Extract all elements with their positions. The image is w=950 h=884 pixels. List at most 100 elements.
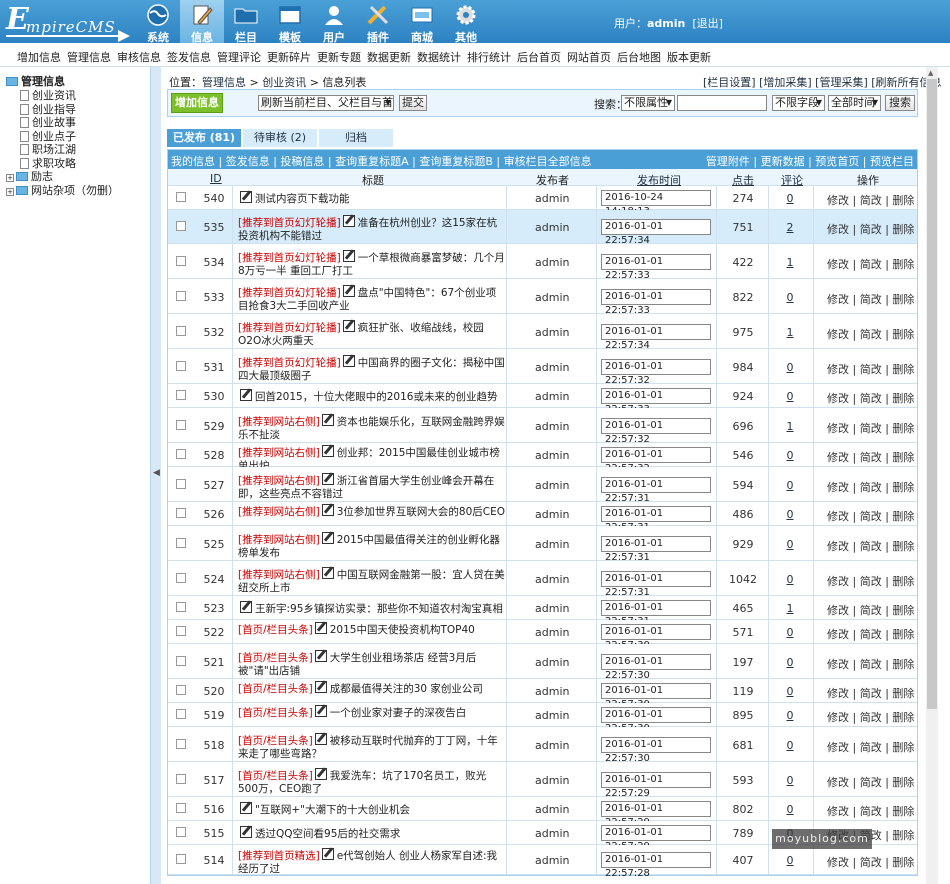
row-checkbox[interactable]: [176, 361, 186, 371]
nav-user[interactable]: 用户: [312, 0, 356, 44]
row-time-field[interactable]: 2016-01-01 22:57:29: [601, 825, 711, 852]
row-checkbox[interactable]: [176, 854, 186, 864]
row-comments-link[interactable]: 1: [778, 326, 802, 339]
row-actions[interactable]: 修改 | 简改 | 删除: [827, 854, 914, 870]
nav-gear[interactable]: 其他: [444, 0, 488, 44]
row-actions[interactable]: 修改 | 简改 | 删除: [827, 256, 914, 272]
row-checkbox[interactable]: [176, 291, 186, 301]
row-time-field[interactable]: 2016-01-01 22:57:30: [601, 737, 711, 764]
row-time-field[interactable]: 2016-01-01 22:57:31: [601, 600, 711, 627]
row-checkbox[interactable]: [176, 221, 186, 231]
menu-item[interactable]: 管理信息: [67, 49, 111, 65]
row-title-link[interactable]: 一个创业家对妻子的深夜告白: [330, 707, 467, 719]
row-actions[interactable]: 修改 | 简改 | 删除: [827, 573, 914, 589]
row-checkbox[interactable]: [176, 739, 186, 749]
row-actions[interactable]: 修改 | 简改 | 删除: [827, 803, 914, 819]
row-comments-link[interactable]: 0: [778, 538, 802, 551]
row-comments-link[interactable]: 1: [778, 256, 802, 269]
row-time-field[interactable]: 2016-01-01 22:57:29: [601, 772, 711, 799]
row-actions[interactable]: 修改 | 简改 | 删除: [827, 538, 914, 554]
add-info-button[interactable]: 增加信息: [171, 93, 223, 113]
row-actions[interactable]: 修改 | 简改 | 删除: [827, 656, 914, 672]
menu-item[interactable]: 后台地图: [617, 49, 661, 65]
row-title-link[interactable]: 测试内容页下载功能: [255, 193, 350, 205]
row-time-field[interactable]: 2016-01-01 22:57:30: [601, 707, 711, 734]
row-comments-link[interactable]: 0: [778, 685, 802, 698]
row-title-link[interactable]: "互联网+"大潮下的十大创业机会: [255, 804, 410, 816]
tab-pending[interactable]: 待审核 (2): [243, 129, 317, 147]
menu-item[interactable]: 签发信息: [167, 49, 211, 65]
row-actions[interactable]: 修改 | 简改 | 删除: [827, 709, 914, 725]
nav-pencil-note[interactable]: 信息: [180, 0, 224, 44]
row-comments-link[interactable]: 0: [778, 573, 802, 586]
row-checkbox[interactable]: [176, 803, 186, 813]
row-checkbox[interactable]: [176, 656, 186, 666]
row-actions[interactable]: 修改 | 简改 | 删除: [827, 420, 914, 436]
row-comments-link[interactable]: 0: [778, 291, 802, 304]
expand-icon[interactable]: +: [6, 187, 14, 196]
row-actions[interactable]: 修改 | 简改 | 删除: [827, 774, 914, 790]
row-time-field[interactable]: 2016-01-01 22:57:29: [601, 801, 711, 828]
header-id[interactable]: ID: [210, 172, 222, 185]
breadcrumb-link-manage[interactable]: 管理信息: [202, 76, 246, 89]
row-actions[interactable]: 修改 | 简改 | 删除: [827, 449, 914, 465]
row-checkbox[interactable]: [176, 774, 186, 784]
row-checkbox[interactable]: [176, 573, 186, 583]
row-time-field[interactable]: 2016-01-01 22:57:31: [601, 477, 711, 504]
nav-window[interactable]: 模板: [268, 0, 312, 44]
row-time-field[interactable]: 2016-01-01 22:57:31: [601, 536, 711, 563]
submit-button[interactable]: 提交: [399, 95, 427, 111]
row-checkbox[interactable]: [176, 709, 186, 719]
row-checkbox[interactable]: [176, 685, 186, 695]
row-title-link[interactable]: 成都最值得关注的30 家创业公司: [330, 683, 483, 695]
row-comments-link[interactable]: 0: [778, 854, 802, 867]
row-comments-link[interactable]: 0: [778, 739, 802, 752]
subbar-left-links[interactable]: 我的信息 | 签发信息 | 投稿信息 | 查询重复标题A | 查询重复标题B |…: [171, 153, 592, 169]
row-time-field[interactable]: 2016-01-01 22:57:33: [601, 289, 711, 316]
row-time-field[interactable]: 2016-01-01 22:57:32: [601, 359, 711, 386]
menu-item[interactable]: 版本更新: [667, 49, 711, 65]
row-time-field[interactable]: 2016-01-01 22:57:34: [601, 219, 711, 246]
row-time-field[interactable]: 2016-01-01 22:57:30: [601, 683, 711, 710]
row-actions[interactable]: 修改 | 简改 | 删除: [827, 508, 914, 524]
row-time-field[interactable]: 2016-01-01 22:57:31: [601, 571, 711, 598]
row-actions[interactable]: 修改 | 简改 | 删除: [827, 739, 914, 755]
row-comments-link[interactable]: 0: [778, 361, 802, 374]
row-comments-link[interactable]: 0: [778, 192, 802, 205]
time-select[interactable]: 全部时间: [828, 95, 881, 111]
row-checkbox[interactable]: [176, 192, 186, 202]
row-title-link[interactable]: 王新宇:95乡镇探访实录：那些你不知道农村淘宝真相: [255, 603, 503, 615]
row-actions[interactable]: 修改 | 简改 | 删除: [827, 192, 914, 208]
menu-item[interactable]: 增加信息: [17, 49, 61, 65]
tab-archive[interactable]: 归档: [319, 129, 393, 147]
row-comments-link[interactable]: 0: [778, 449, 802, 462]
row-actions[interactable]: 修改 | 简改 | 删除: [827, 221, 914, 237]
row-checkbox[interactable]: [176, 479, 186, 489]
row-comments-link[interactable]: 1: [778, 602, 802, 615]
sidebar-toggle[interactable]: ◀: [150, 67, 161, 884]
breadcrumb-link-category[interactable]: 创业资讯: [262, 76, 306, 89]
row-actions[interactable]: 修改 | 简改 | 删除: [827, 361, 914, 377]
row-time-field[interactable]: 2016-01-01 22:57:32: [601, 447, 711, 474]
logout-link[interactable]: [退出]: [692, 17, 723, 30]
row-actions[interactable]: 修改 | 简改 | 删除: [827, 602, 914, 618]
row-comments-link[interactable]: 0: [778, 508, 802, 521]
row-time-field[interactable]: 2016-01-01 22:57:34: [601, 324, 711, 351]
row-time-field[interactable]: 2016-01-01 22:57:30: [601, 624, 711, 651]
row-time-field[interactable]: 2016-01-01 22:57:33: [601, 388, 711, 415]
row-checkbox[interactable]: [176, 256, 186, 266]
nav-folder[interactable]: 栏目: [224, 0, 268, 44]
row-title-link[interactable]: 透过QQ空间看95后的社交需求: [255, 828, 400, 840]
row-actions[interactable]: 修改 | 简改 | 删除: [827, 685, 914, 701]
row-checkbox[interactable]: [176, 326, 186, 336]
row-time-field[interactable]: 2016-01-01 22:57:31: [601, 506, 711, 533]
menu-item[interactable]: 管理评论: [217, 49, 261, 65]
row-actions[interactable]: 修改 | 简改 | 删除: [827, 479, 914, 495]
row-title-link[interactable]: 回首2015，十位大佬眼中的2016或未来的创业趋势: [255, 391, 497, 403]
nav-tools[interactable]: 插件: [356, 0, 400, 44]
row-checkbox[interactable]: [176, 626, 186, 636]
row-time-field[interactable]: 2016-01-01 22:57:28: [601, 852, 711, 879]
menu-item[interactable]: 审核信息: [117, 49, 161, 65]
row-checkbox[interactable]: [176, 538, 186, 548]
subbar-right-links[interactable]: 管理附件 | 更新数据 | 预览首页 | 预览栏目: [706, 153, 914, 169]
